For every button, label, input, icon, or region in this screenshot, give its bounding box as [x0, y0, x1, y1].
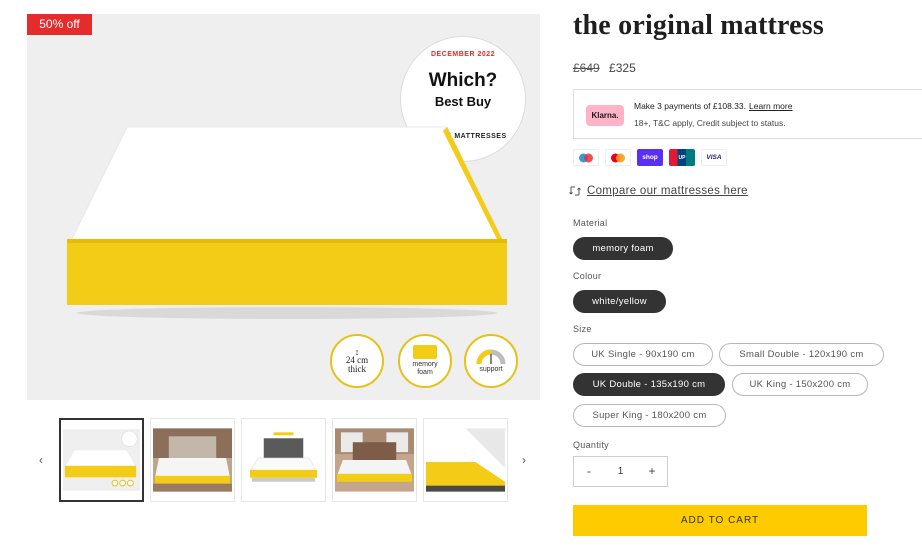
- thumbnail-prev-button[interactable]: ‹: [33, 450, 49, 470]
- thumbnail-1-image: [63, 429, 140, 491]
- size-option-small-double[interactable]: Small Double - 120x190 cm: [719, 343, 884, 366]
- memory-foam-icon: [413, 345, 437, 359]
- visa-icon: VISA: [701, 149, 727, 166]
- klarna-message: Klarna. Make 3 payments of £108.33. Learn…: [573, 89, 922, 139]
- feature-thickness-label: thick: [348, 364, 366, 374]
- shop-pay-icon: shop: [637, 149, 663, 166]
- thumbnail-2[interactable]: [150, 418, 235, 502]
- maestro-icon: [573, 149, 599, 166]
- klarna-terms: 18+, T&C apply, Credit subject to status…: [634, 118, 786, 128]
- thumbnail-3[interactable]: [241, 418, 326, 502]
- feature-memory-foam: memory foam: [398, 334, 452, 388]
- size-option-super-king[interactable]: Super King - 180x200 cm: [573, 404, 726, 427]
- add-to-cart-button[interactable]: ADD TO CART: [573, 505, 867, 536]
- size-option-uk-king[interactable]: UK King - 150x200 cm: [732, 373, 868, 396]
- mattress-illustration: [67, 126, 507, 319]
- feature-support: support: [464, 334, 518, 388]
- feature-foam-line1: memory: [412, 361, 438, 368]
- support-gauge-icon: [476, 349, 506, 365]
- feature-24cm-thick: ↕ 24 cm thick: [330, 334, 384, 388]
- thumbnail-2-image: [153, 428, 232, 492]
- feature-support-label: support: [479, 366, 503, 373]
- thumbnail-3-image: [244, 428, 323, 492]
- sale-badge: 50% off: [27, 14, 92, 35]
- mastercard-icon: [605, 149, 631, 166]
- klarna-logo: Klarna.: [586, 105, 624, 126]
- unionpay-icon: UP: [669, 149, 695, 166]
- size-label: Size: [573, 324, 592, 334]
- thumbnail-next-button[interactable]: ›: [516, 450, 532, 470]
- feature-foam-line2: foam: [417, 369, 433, 376]
- quantity-label: Quantity: [573, 440, 609, 450]
- payment-methods: shop UP VISA: [573, 149, 727, 166]
- klarna-installments: Make 3 payments of £108.33. Learn more: [634, 101, 792, 111]
- thumbnail-4[interactable]: [332, 418, 417, 502]
- old-price: £649: [573, 61, 600, 75]
- seal-date: DECEMBER 2022: [430, 51, 496, 58]
- thumbnail-1[interactable]: [59, 418, 144, 502]
- sale-price: £325: [609, 61, 636, 75]
- size-option-uk-double[interactable]: UK Double - 135x190 cm: [573, 373, 725, 396]
- price-row: £649 £325: [573, 61, 636, 75]
- seal-which: Which?: [428, 70, 498, 91]
- compare-mattresses[interactable]: Compare our mattresses here: [569, 185, 748, 197]
- klarna-installments-text: Make 3 payments of £108.33.: [634, 101, 746, 111]
- material-label: Material: [573, 218, 608, 228]
- compare-arrows-icon: [569, 186, 581, 196]
- quantity-input[interactable]: 1: [604, 457, 637, 486]
- main-product-image[interactable]: DECEMBER 2022 Which? Best Buy DOUBLE MAT…: [27, 14, 540, 400]
- quantity-decrease-button[interactable]: -: [574, 457, 604, 486]
- seal-best-buy: Best Buy: [434, 94, 492, 109]
- quantity-stepper: - 1 +: [573, 456, 668, 487]
- compare-mattresses-link[interactable]: Compare our mattresses here: [587, 185, 748, 197]
- colour-label: Colour: [573, 271, 602, 281]
- thumbnail-4-image: [335, 428, 414, 492]
- product-title: the original mattress: [573, 10, 824, 41]
- size-option-uk-single[interactable]: UK Single - 90x190 cm: [573, 343, 713, 366]
- thumbnail-5[interactable]: [423, 418, 508, 502]
- material-option-memory-foam[interactable]: memory foam: [573, 237, 673, 260]
- colour-option-white-yellow[interactable]: white/yellow: [573, 290, 666, 313]
- klarna-learn-more-link[interactable]: Learn more: [749, 101, 792, 111]
- thumbnail-5-image: [426, 428, 505, 492]
- quantity-increase-button[interactable]: +: [637, 457, 667, 486]
